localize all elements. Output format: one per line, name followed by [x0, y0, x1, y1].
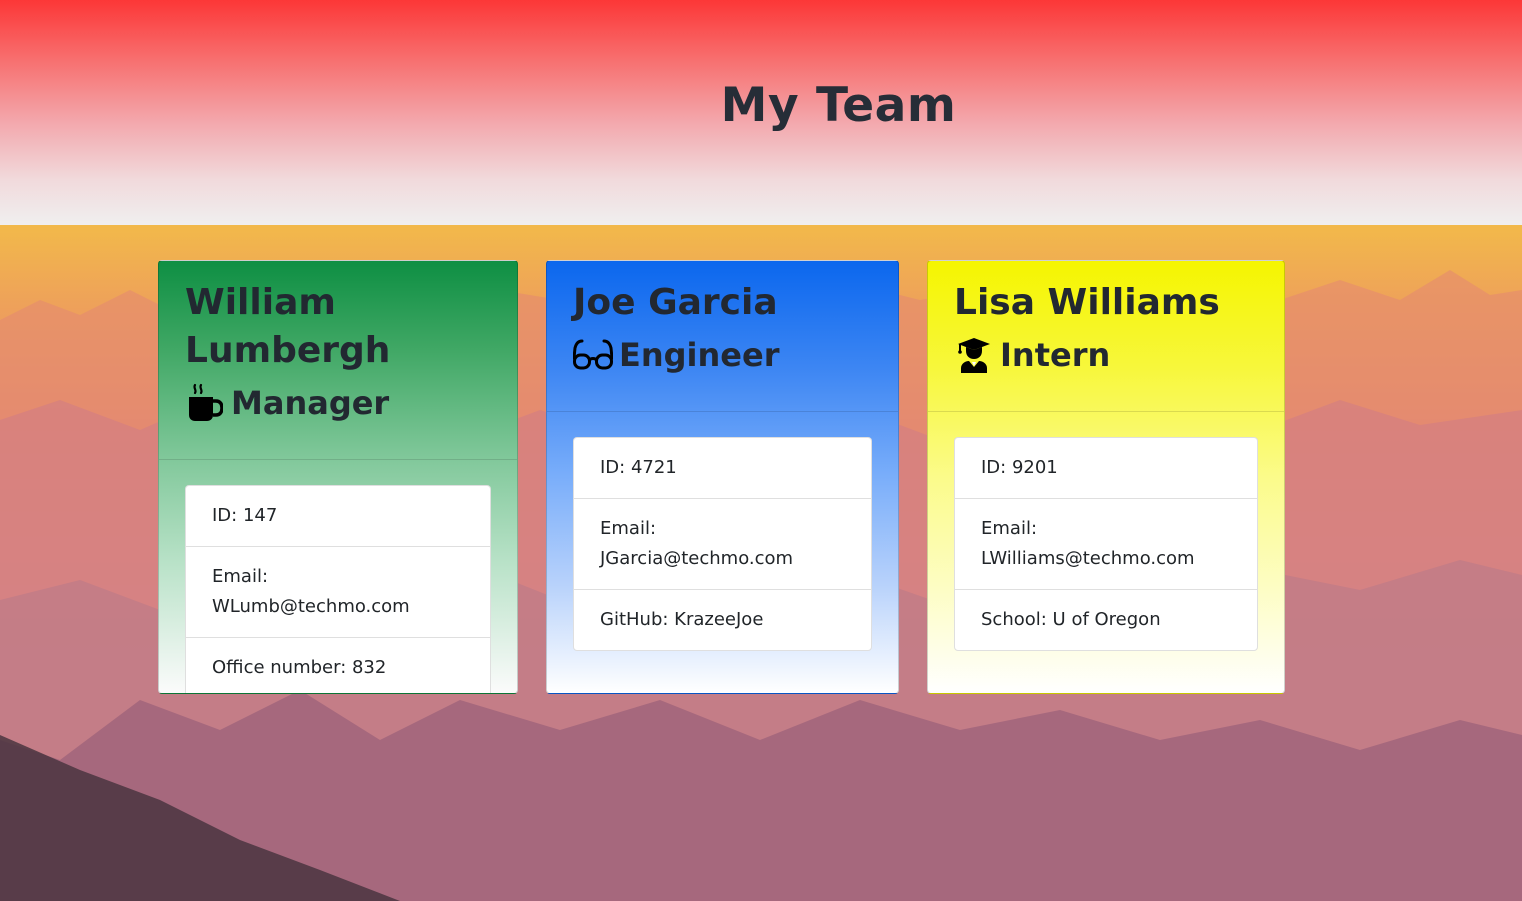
employee-role: Intern [954, 333, 1258, 377]
role-label: Manager [231, 384, 390, 422]
employee-card-manager: William Lumbergh Manager ID: 147 Email: … [158, 260, 518, 694]
card-header: Lisa Williams Intern [928, 261, 1284, 412]
employee-id: ID: 147 [212, 505, 278, 526]
employee-github[interactable]: GitHub: KrazeeJoe [574, 589, 871, 650]
employee-name: Joe Garcia [573, 282, 778, 323]
glasses-icon [573, 335, 613, 375]
employee-details-list: ID: 9201 Email: LWilliams@techmo.com Scho… [954, 437, 1258, 651]
page-title: My Team [720, 78, 957, 133]
employee-role: Engineer [573, 333, 872, 377]
role-label: Intern [1000, 336, 1111, 374]
card-body: ID: 9201 Email: LWilliams@techmo.com Scho… [928, 412, 1284, 676]
employee-email[interactable]: Email: LWilliams@techmo.com [955, 498, 1257, 589]
employee-email[interactable]: Email: JGarcia@techmo.com [574, 498, 871, 589]
employee-office-number: Office number: 832 [186, 637, 490, 693]
employee-details-list: ID: 4721 Email: JGarcia@techmo.com GitHu… [573, 437, 872, 651]
role-label: Engineer [619, 336, 780, 374]
employee-card-intern: Lisa Williams Intern ID: 9201 Email: LWil… [927, 260, 1285, 694]
employee-details-list: ID: 147 Email: WLumb@techmo.com Office n… [185, 485, 491, 693]
card-header: William Lumbergh Manager [159, 261, 517, 460]
card-header: Joe Garcia Engineer [547, 261, 898, 412]
employee-card-engineer: Joe Garcia Engineer ID: 4721 Email: JGar… [546, 260, 899, 694]
coffee-mug-icon [185, 383, 225, 423]
employee-email[interactable]: Email: WLumb@techmo.com [186, 546, 490, 637]
graduate-icon [954, 335, 994, 375]
page-header: My Team [0, 0, 1522, 225]
employee-name: Lisa Williams [954, 282, 1220, 323]
card-body: ID: 147 Email: WLumb@techmo.com Office n… [159, 460, 517, 693]
employee-id: ID: 9201 [981, 457, 1058, 478]
employee-role: Manager [185, 381, 491, 425]
card-body: ID: 4721 Email: JGarcia@techmo.com GitHu… [547, 412, 898, 676]
employee-name: William Lumbergh [185, 282, 391, 371]
employee-school: School: U of Oregon [955, 589, 1257, 650]
employee-id: ID: 4721 [600, 457, 677, 478]
